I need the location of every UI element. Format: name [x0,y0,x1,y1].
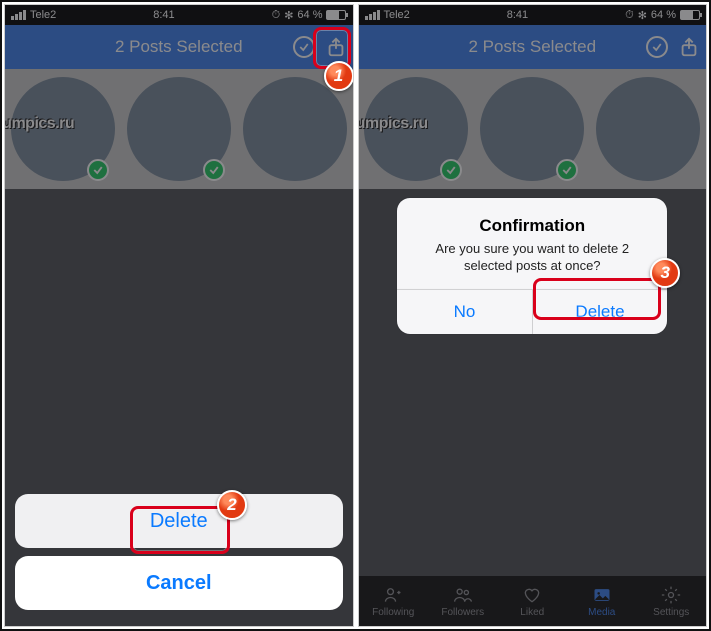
phone-left: Tele2 8:41 ⏱︎ ✻ 64 % 2 Posts Selected [4,4,354,627]
phone-right: Tele2 8:41 ⏱︎ ✻ 64 % 2 Posts Selected [358,4,708,627]
alert-message: Are you sure you want to delete 2 select… [413,240,651,275]
action-delete-button[interactable]: Delete [15,494,343,548]
confirm-dialog: Confirmation Are you sure you want to de… [397,198,667,334]
action-cancel-button[interactable]: Cancel [15,556,343,610]
action-sheet: Delete Cancel [15,494,343,618]
alert-title: Confirmation [413,216,651,236]
alert-delete-button[interactable]: Delete [532,290,668,334]
alert-no-button[interactable]: No [397,290,532,334]
tutorial-frame: Tele2 8:41 ⏱︎ ✻ 64 % 2 Posts Selected [0,0,711,631]
